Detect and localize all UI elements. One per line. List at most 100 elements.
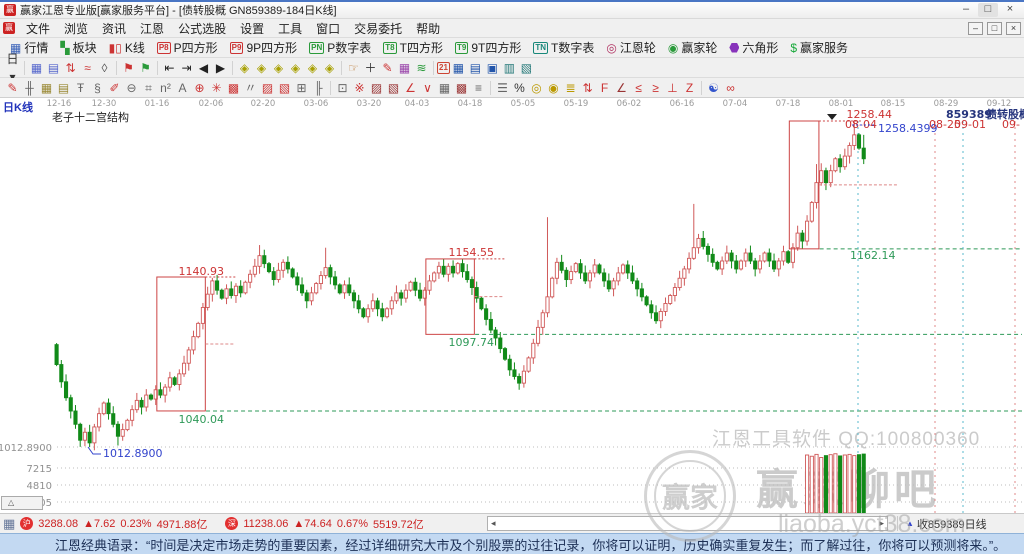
grid-shade-icon[interactable]: ▩ <box>453 79 470 97</box>
minimize-button[interactable]: – <box>956 3 976 17</box>
circle-divider-icon[interactable]: ⊖ <box>123 79 140 97</box>
send-icon[interactable]: ▧ <box>518 59 535 77</box>
nine-t-square-button[interactable]: T9 9T四方形 <box>449 38 527 57</box>
red-flag-icon[interactable]: ⚑ <box>120 59 137 77</box>
menu-item-6[interactable]: 工具 <box>271 20 309 37</box>
hexagon-button[interactable]: 六角形 <box>723 38 784 57</box>
save-icon[interactable]: ▣ <box>484 59 501 77</box>
levels-icon[interactable]: ☰ <box>494 79 511 97</box>
ray-burst-icon[interactable]: ※ <box>351 79 368 97</box>
gann-diamond-3-icon[interactable]: ◈ <box>270 59 287 77</box>
menu-item-7[interactable]: 窗口 <box>309 20 347 37</box>
dense-grid-icon[interactable]: ⌗ <box>140 79 157 97</box>
t-square-button[interactable]: T8 T四方形 <box>377 38 449 57</box>
pagoda2-icon[interactable]: ▧ <box>276 79 293 97</box>
last-bar-icon[interactable]: ⇥ <box>178 59 195 77</box>
vertical-measure-icon[interactable]: ⊥ <box>664 79 681 97</box>
gann-diamond-6-icon[interactable]: ◈ <box>321 59 338 77</box>
mdi-restore-button[interactable]: □ <box>987 21 1002 35</box>
hatch-box2-icon[interactable]: ▧ <box>385 79 402 97</box>
hash-ruler-icon[interactable]: ╫ <box>21 79 38 97</box>
gann-box-icon[interactable]: ▦ <box>396 59 413 77</box>
gann-wheel-button[interactable]: ◎ 江恩轮 <box>600 38 662 57</box>
gann-diamond-4-icon[interactable]: ◈ <box>287 59 304 77</box>
updown-levels-icon[interactable]: ⇅ <box>579 79 596 97</box>
brush-tool-icon[interactable]: ✎ <box>4 79 21 97</box>
shenzhen-index-value[interactable]: 11238.06 <box>243 518 288 530</box>
menu-item-8[interactable]: 交易委托 <box>347 20 409 37</box>
report-form-icon[interactable]: ▤ <box>467 59 484 77</box>
p-number-table-button[interactable]: PN P数字表 <box>303 38 377 57</box>
gann-diamond-1-icon[interactable]: ◈ <box>236 59 253 77</box>
next-bar-icon[interactable]: ▶ <box>212 59 229 77</box>
first-bar-icon[interactable]: ⇤ <box>161 59 178 77</box>
gann-angle-icon[interactable]: ∠ <box>613 79 630 97</box>
fence-icon[interactable]: ╟ <box>310 79 327 97</box>
rays-star-icon[interactable]: ✳ <box>208 79 225 97</box>
gann-diamond-5-icon[interactable]: ◈ <box>304 59 321 77</box>
kline-button[interactable]: ▮▯ K线 <box>103 38 151 57</box>
parallel-lines-icon[interactable]: ≡ <box>470 79 487 97</box>
target-circle-icon[interactable]: ⊕ <box>191 79 208 97</box>
gann-grid-icon[interactable]: ▤ <box>55 79 72 97</box>
grid-lines-icon[interactable]: ▦ <box>436 79 453 97</box>
golden-levels-icon[interactable]: ≣ <box>562 79 579 97</box>
close-button[interactable]: × <box>1000 3 1020 17</box>
menu-item-1[interactable]: 浏览 <box>57 20 95 37</box>
winner-wheel-button[interactable]: ◉ 赢家轮 <box>662 38 724 57</box>
t-line-tool-icon[interactable]: Ŧ <box>72 79 89 97</box>
z-pattern-icon[interactable]: Z <box>681 79 698 97</box>
infinity-icon[interactable]: ∞ <box>722 79 739 97</box>
n-square-icon[interactable]: n² <box>157 79 174 97</box>
spiral-tool-icon[interactable]: § <box>89 79 106 97</box>
sectors-button[interactable]: ▚ 板块 <box>54 38 102 57</box>
shenzhen-index-icon[interactable]: 深 <box>225 517 239 530</box>
window-grid-icon[interactable]: ⊞ <box>293 79 310 97</box>
green-flag-icon[interactable]: ⚑ <box>137 59 154 77</box>
support-line-icon[interactable]: ≤ <box>630 79 647 97</box>
angle-pen-icon[interactable]: ✐ <box>106 79 123 97</box>
gann-fan-icon[interactable]: ▦ <box>38 79 55 97</box>
p-square-button[interactable]: P8 P四方形 <box>151 38 224 57</box>
hand-tool-icon[interactable]: ☞ <box>345 59 362 77</box>
a-angle-icon[interactable]: A <box>174 79 191 97</box>
gann-circle-icon[interactable]: ◎ <box>528 79 545 97</box>
mdi-minimize-button[interactable]: – <box>968 21 983 35</box>
nine-p-square-button[interactable]: P9 9P四方形 <box>224 38 303 57</box>
hatch-box-icon[interactable]: ▨ <box>368 79 385 97</box>
draw-line-icon[interactable]: ✎ <box>379 59 396 77</box>
t-number-table-button[interactable]: TN T数字表 <box>527 38 600 57</box>
angle-line-icon[interactable]: ∠ <box>402 79 419 97</box>
double-tick-icon[interactable]: 〃 <box>242 79 259 97</box>
keypad-icon[interactable]: ▦ <box>3 516 15 531</box>
sort-updown-icon[interactable]: ⇅ <box>62 59 79 77</box>
export-icon[interactable]: ▥ <box>501 59 518 77</box>
pagoda-icon[interactable]: ▨ <box>259 79 276 97</box>
trend-wave-icon[interactable]: ≈ <box>79 59 96 77</box>
shanghai-index-value[interactable]: 3288.08 <box>38 518 78 530</box>
zigzag-icon[interactable]: ∨ <box>419 79 436 97</box>
chart-window-icon[interactable]: ▦ <box>28 59 45 77</box>
gann-circle2-icon[interactable]: ◉ <box>545 79 562 97</box>
shade-box-icon[interactable]: ▩ <box>225 79 242 97</box>
yinyang-icon[interactable]: ☯ <box>705 79 722 97</box>
menu-item-4[interactable]: 公式选股 <box>171 20 233 37</box>
prev-bar-icon[interactable]: ◀ <box>195 59 212 77</box>
crosshair-icon[interactable]: ＋ <box>362 59 379 77</box>
menu-item-5[interactable]: 设置 <box>233 20 271 37</box>
gann-diamond-2-icon[interactable]: ◈ <box>253 59 270 77</box>
percent-icon[interactable]: % <box>511 79 528 97</box>
spindle-icon[interactable]: ◊ <box>96 59 113 77</box>
kline-chart-canvas[interactable]: 12-16 12-30 01-16 02-06 02-20 03-06 03-20 04-03… <box>0 98 1024 513</box>
box-select-icon[interactable]: ⊡ <box>334 79 351 97</box>
menu-item-9[interactable]: 帮助 <box>409 20 447 37</box>
fib-levels-icon[interactable]: F <box>596 79 613 97</box>
shanghai-index-icon[interactable]: 沪 <box>20 517 34 530</box>
maximize-button[interactable]: □ <box>978 3 998 17</box>
menu-item-2[interactable]: 资讯 <box>95 20 133 37</box>
collapse-volume-button[interactable]: △ <box>1 496 43 510</box>
menu-item-3[interactable]: 江恩 <box>133 20 171 37</box>
resistance-line-icon[interactable]: ≥ <box>647 79 664 97</box>
wave-lines-icon[interactable]: ≋ <box>413 59 430 77</box>
mdi-close-button[interactable]: × <box>1006 21 1021 35</box>
